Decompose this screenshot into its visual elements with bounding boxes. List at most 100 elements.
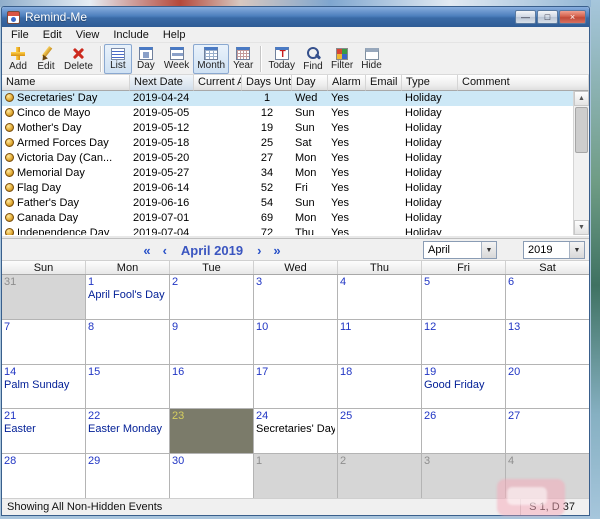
cell-type: Holiday (402, 226, 458, 235)
toolbar-find-button[interactable]: Find (299, 44, 327, 74)
menu-edit[interactable]: Edit (36, 28, 69, 42)
next-year-icon[interactable]: » (267, 243, 286, 258)
calendar-day-28[interactable]: 28 (2, 454, 86, 498)
calendar-day-21[interactable]: 21Easter (2, 409, 86, 453)
table-body: Secretaries' Day2019-04-241WedYesHoliday… (2, 91, 589, 235)
next-month-icon[interactable]: › (251, 243, 267, 258)
toolbar-month-button[interactable]: Month (193, 44, 229, 74)
calendar-day-14[interactable]: 14Palm Sunday (2, 365, 86, 409)
calendar-day-9[interactable]: 9 (170, 320, 254, 364)
menu-view[interactable]: View (69, 28, 107, 42)
table-row[interactable]: Memorial Day2019-05-2734MonYesHoliday (2, 166, 589, 181)
calendar-day-19[interactable]: 19Good Friday (422, 365, 506, 409)
calendar-day-2[interactable]: 2 (338, 454, 422, 498)
column-header-alarm[interactable]: Alarm (328, 75, 366, 91)
scrollbar-thumb[interactable] (575, 107, 588, 153)
table-row[interactable]: Secretaries' Day2019-04-241WedYesHoliday (2, 91, 589, 106)
calendar-day-5[interactable]: 5 (422, 275, 506, 319)
calendar-day-30[interactable]: 30 (170, 454, 254, 498)
column-header-current_age[interactable]: Current Age (194, 75, 242, 91)
maximize-icon[interactable]: □ (537, 10, 558, 24)
table-row[interactable]: Independence Day2019-07-0472ThuYesHolida… (2, 226, 589, 235)
menu-help[interactable]: Help (156, 28, 193, 42)
alarm-icon (5, 198, 14, 207)
column-header-days_until[interactable]: Days Until (242, 75, 292, 91)
table-row[interactable]: Armed Forces Day2019-05-1825SatYesHolida… (2, 136, 589, 151)
scroll-up-icon[interactable]: ▲ (574, 91, 589, 106)
cell-type: Holiday (402, 106, 458, 121)
titlebar[interactable]: Remind-Me — □ × (2, 7, 589, 27)
calendar-day-22[interactable]: 22Easter Monday (86, 409, 170, 453)
chevron-down-icon[interactable]: ▼ (569, 242, 584, 258)
table-row[interactable]: Victoria Day (Can...2019-05-2027MonYesHo… (2, 151, 589, 166)
calendar-day-8[interactable]: 8 (86, 320, 170, 364)
calendar-day-12[interactable]: 12 (422, 320, 506, 364)
column-header-day[interactable]: Day (292, 75, 328, 91)
delete-icon (70, 46, 86, 61)
calendar-day-17[interactable]: 17 (254, 365, 338, 409)
toolbar-find-label: Find (303, 62, 322, 72)
toolbar-add-button[interactable]: Add (4, 44, 32, 74)
calendar-day-11[interactable]: 11 (338, 320, 422, 364)
table-row[interactable]: Cinco de Mayo2019-05-0512SunYesHoliday (2, 106, 589, 121)
toolbar-delete-button[interactable]: Delete (60, 44, 97, 74)
chevron-down-icon[interactable]: ▼ (481, 242, 496, 258)
toolbar-edit-button[interactable]: Edit (32, 44, 60, 74)
toolbar-today-button[interactable]: Today (264, 44, 299, 74)
column-header-next_date[interactable]: Next Date (130, 75, 194, 91)
scroll-down-icon[interactable]: ▼ (574, 220, 589, 235)
calendar-day-1[interactable]: 1April Fool's Day (86, 275, 170, 319)
calendar-day-1[interactable]: 1 (254, 454, 338, 498)
toolbar-separator (100, 46, 101, 72)
toolbar-year-button[interactable]: Year (229, 44, 257, 74)
toolbar-list-button[interactable]: List (104, 44, 132, 74)
year-select[interactable]: 2019 ▼ (523, 241, 585, 259)
toolbar-today-label: Today (268, 61, 295, 71)
calendar-day-13[interactable]: 13 (506, 320, 589, 364)
table-row[interactable]: Father's Day2019-06-1654SunYesHoliday (2, 196, 589, 211)
toolbar-week-button[interactable]: Week (160, 44, 193, 74)
calendar-day-23[interactable]: 23 (170, 409, 254, 453)
table-row[interactable]: Flag Day2019-06-1452FriYesHoliday (2, 181, 589, 196)
toolbar-hide-button[interactable]: Hide (357, 44, 386, 74)
month-select[interactable]: April ▼ (423, 241, 497, 259)
toolbar-filter-button[interactable]: Filter (327, 44, 357, 74)
toolbar-day-label: Day (137, 61, 155, 71)
menu-include[interactable]: Include (106, 28, 155, 42)
calendar-day-7[interactable]: 7 (2, 320, 86, 364)
calendar-day-15[interactable]: 15 (86, 365, 170, 409)
menu-file[interactable]: File (4, 28, 36, 42)
calendar-day-24[interactable]: 24Secretaries' Day (254, 409, 338, 453)
column-header-type[interactable]: Type (402, 75, 458, 91)
table-row[interactable]: Mother's Day2019-05-1219SunYesHoliday (2, 121, 589, 136)
calendar-day-10[interactable]: 10 (254, 320, 338, 364)
calendar-day-16[interactable]: 16 (170, 365, 254, 409)
calendar-day-27[interactable]: 27 (506, 409, 589, 453)
calendar-day-6[interactable]: 6 (506, 275, 589, 319)
minimize-icon[interactable]: — (515, 10, 536, 24)
close-icon[interactable]: × (559, 10, 586, 24)
toolbar-list-label: List (110, 61, 126, 71)
calendar-day-20[interactable]: 20 (506, 365, 589, 409)
cell-type: Holiday (402, 166, 458, 181)
calendar-day-3[interactable]: 3 (422, 454, 506, 498)
calendar-day-31[interactable]: 31 (2, 275, 86, 319)
column-header-email[interactable]: Email (366, 75, 402, 91)
list-scrollbar[interactable]: ▲ ▼ (573, 91, 589, 235)
toolbar-day-button[interactable]: Day (132, 44, 160, 74)
event-name: Victoria Day (Can... (17, 152, 112, 164)
calendar-day-25[interactable]: 25 (338, 409, 422, 453)
column-header-name[interactable]: Name (2, 75, 130, 91)
column-header-comment[interactable]: Comment (458, 75, 589, 91)
table-row[interactable]: Canada Day2019-07-0169MonYesHoliday (2, 211, 589, 226)
calendar-day-2[interactable]: 2 (170, 275, 254, 319)
calendar-day-3[interactable]: 3 (254, 275, 338, 319)
calendar-day-4[interactable]: 4 (338, 275, 422, 319)
calendar-day-4[interactable]: 4 (506, 454, 589, 498)
calendar-day-26[interactable]: 26 (422, 409, 506, 453)
calendar-day-18[interactable]: 18 (338, 365, 422, 409)
day-number: 3 (256, 276, 335, 289)
prev-year-icon[interactable]: « (137, 243, 156, 258)
prev-month-icon[interactable]: ‹ (157, 243, 173, 258)
calendar-day-29[interactable]: 29 (86, 454, 170, 498)
